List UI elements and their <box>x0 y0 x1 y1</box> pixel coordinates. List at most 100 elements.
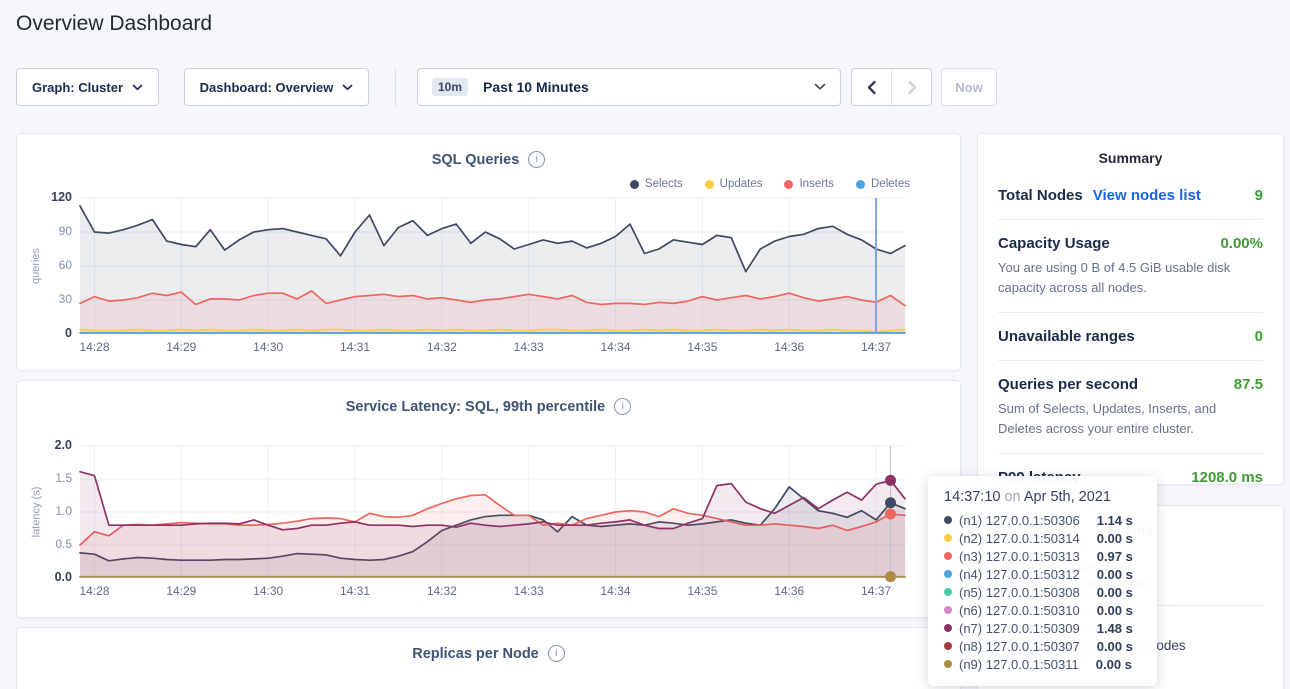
legend-item-selects[interactable]: Selects <box>630 178 683 190</box>
next-time-button[interactable] <box>891 69 931 105</box>
node-dot-icon <box>944 660 952 668</box>
summary-panel: Summary Total Nodes View nodes list 9 Capac… <box>977 133 1284 485</box>
summary-subtext: You are using 0 B of 4.5 GiB usable disk… <box>998 258 1263 297</box>
view-nodes-list-link[interactable]: View nodes list <box>1093 187 1201 204</box>
legend-dot-icon <box>856 180 865 189</box>
node-dot-icon <box>944 642 952 650</box>
x-axis-tick: 14:34 <box>588 340 644 354</box>
summary-value: 0 <box>1255 328 1263 345</box>
tooltip-node-row: (n2) 127.0.0.1:50314 0.00 s <box>944 530 1141 546</box>
dashboard-dropdown-label: Dashboard: Overview <box>200 80 334 95</box>
x-axis-tick: 14:28 <box>66 584 122 598</box>
node-dot-icon <box>944 552 952 560</box>
x-axis-tick: 14:31 <box>327 340 383 354</box>
tooltip-timestamp: 14:37:10 on Apr 5th, 2021 <box>944 489 1141 505</box>
chevron-right-icon <box>906 80 918 95</box>
chevron-down-icon <box>342 84 353 91</box>
tooltip-node-value: 0.00 s <box>1097 603 1133 618</box>
x-axis-tick: 14:29 <box>153 340 209 354</box>
legend-dot-icon <box>705 180 714 189</box>
tooltip-node-label: (n4) 127.0.0.1:50312 <box>959 567 1080 582</box>
legend-label: Updates <box>720 178 763 190</box>
tooltip-node-row: (n8) 127.0.0.1:503070.00 s <box>944 638 1141 654</box>
legend-item-updates[interactable]: Updates <box>705 178 763 190</box>
summary-row: Capacity Usage 0.00% You are using 0 B of … <box>998 219 1263 312</box>
tooltip-node-label: (n5) 127.0.0.1:50308 <box>959 585 1080 600</box>
tooltip-node-value: 0.00 s <box>1096 657 1132 672</box>
latency-hover-tooltip: 14:37:10 on Apr 5th, 2021 (n1) 127.0.0.1… <box>928 476 1157 686</box>
prev-time-button[interactable] <box>852 69 891 105</box>
service-latency-chart[interactable]: 0.00.51.01.52.014:2814:2914:3014:3114:32… <box>80 446 905 578</box>
node-dot-icon <box>944 606 952 614</box>
tooltip-node-value: 0.00 s <box>1097 531 1133 546</box>
tooltip-node-row: (n1) 127.0.0.1:50306 1.14 s <box>944 512 1141 528</box>
legend-item-inserts[interactable]: Inserts <box>784 178 834 190</box>
x-axis-tick: 14:32 <box>414 340 470 354</box>
tooltip-node-row: (n6) 127.0.0.1:503100.00 s <box>944 602 1141 618</box>
tooltip-node-value: 1.14 s <box>1097 513 1133 528</box>
summary-value: 9 <box>1255 187 1263 204</box>
graph-dropdown[interactable]: Graph: Cluster <box>16 68 159 106</box>
summary-title: Summary <box>978 134 1283 172</box>
y-axis-unit-label: latency (s) <box>28 446 44 578</box>
replicas-per-node-title: Replicas per Node <box>412 646 539 662</box>
now-button[interactable]: Now <box>941 68 997 106</box>
x-axis-tick: 14:29 <box>153 584 209 598</box>
info-icon[interactable]: i <box>548 645 565 662</box>
x-axis-tick: 14:30 <box>240 340 296 354</box>
info-icon[interactable]: i <box>614 398 631 415</box>
tooltip-node-value: 1.48 s <box>1097 621 1133 636</box>
tooltip-node-label: (n1) 127.0.0.1:50306 <box>959 513 1080 528</box>
info-icon[interactable]: i <box>528 151 545 168</box>
legend-dot-icon <box>630 180 639 189</box>
x-axis-tick: 14:30 <box>240 584 296 598</box>
tooltip-node-label: (n3) 127.0.0.1:50313 <box>959 549 1080 564</box>
x-axis-tick: 14:37 <box>848 340 904 354</box>
tooltip-node-row: (n4) 127.0.0.1:50312 0.00 s <box>944 566 1141 582</box>
tooltip-node-row: (n3) 127.0.0.1:50313 0.97 s <box>944 548 1141 564</box>
node-dot-icon <box>944 624 952 632</box>
sql-queries-chart[interactable]: 030609012014:2814:2914:3014:3114:3214:33… <box>80 198 905 334</box>
legend-label: Selects <box>645 178 683 190</box>
summary-value: 87.5 <box>1234 376 1263 393</box>
tooltip-node-label: (n7) 127.0.0.1:50309 <box>959 621 1080 636</box>
summary-value: 0.00% <box>1220 235 1263 252</box>
x-axis-tick: 14:31 <box>327 584 383 598</box>
x-axis-tick: 14:35 <box>674 584 730 598</box>
x-axis-tick: 14:33 <box>501 584 557 598</box>
replicas-per-node-card: Replicas per Node i <box>16 627 961 689</box>
x-axis-tick: 14:36 <box>761 340 817 354</box>
time-range-label: Past 10 Minutes <box>483 79 589 95</box>
legend-item-deletes[interactable]: Deletes <box>856 178 910 190</box>
graph-dropdown-label: Graph: Cluster <box>32 80 123 95</box>
summary-value: 1208.0 ms <box>1191 469 1263 485</box>
legend-label: Deletes <box>871 178 910 190</box>
page-title: Overview Dashboard <box>16 12 212 36</box>
x-axis-tick: 14:32 <box>414 584 470 598</box>
node-dot-icon <box>944 516 952 524</box>
x-axis-tick: 14:33 <box>501 340 557 354</box>
tooltip-node-value: 0.00 s <box>1097 567 1133 582</box>
tooltip-node-value: 0.00 s <box>1097 585 1133 600</box>
summary-label: Total Nodes <box>998 187 1083 204</box>
x-axis-tick: 14:36 <box>761 584 817 598</box>
tooltip-node-value: 0.97 s <box>1097 549 1133 564</box>
tooltip-node-label: (n2) 127.0.0.1:50314 <box>959 531 1080 546</box>
tooltip-node-value: 0.00 s <box>1097 639 1133 654</box>
overview-dashboard-page: Overview Dashboard Graph: Cluster Dashbo… <box>0 0 1290 689</box>
node-dot-icon <box>944 534 952 542</box>
sql-queries-legend: Selects Updates Inserts Deletes <box>630 178 910 190</box>
legend-dot-icon <box>784 180 793 189</box>
time-range-selector[interactable]: 10m Past 10 Minutes <box>417 68 841 106</box>
summary-row: Unavailable ranges 0 <box>998 312 1263 360</box>
node-dot-icon <box>944 570 952 578</box>
summary-row: Total Nodes View nodes list 9 <box>998 172 1263 219</box>
x-axis-tick: 14:35 <box>674 340 730 354</box>
dashboard-dropdown[interactable]: Dashboard: Overview <box>184 68 369 106</box>
x-axis-tick: 14:34 <box>588 584 644 598</box>
tooltip-node-row: (n7) 127.0.0.1:50309 1.48 s <box>944 620 1141 636</box>
x-axis-tick: 14:37 <box>848 584 904 598</box>
summary-label: Capacity Usage <box>998 235 1110 252</box>
summary-label: Unavailable ranges <box>998 328 1135 345</box>
chevron-down-icon <box>132 84 143 91</box>
